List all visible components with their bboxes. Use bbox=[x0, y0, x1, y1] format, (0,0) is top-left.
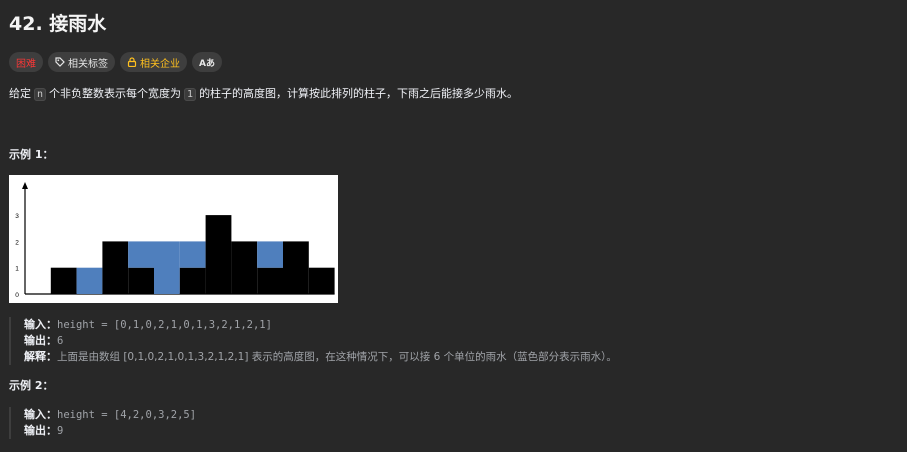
output-label: 输出： bbox=[24, 424, 57, 437]
problem-title: 42. 接雨水 bbox=[9, 13, 107, 35]
water-bar bbox=[128, 241, 154, 268]
output-label: 输出： bbox=[24, 334, 57, 347]
elevation-bar bbox=[283, 241, 309, 294]
elevation-bar bbox=[179, 267, 206, 294]
desc-part-3: 的柱子的高度图，计算按此排列的柱子，下雨之后能接多少雨水。 bbox=[199, 87, 519, 100]
tag-icon bbox=[55, 57, 65, 67]
elevation-bar bbox=[102, 241, 129, 294]
water-bar bbox=[76, 267, 103, 294]
y-tick-label: 3 bbox=[15, 213, 19, 220]
y-tick-label: 1 bbox=[15, 266, 19, 273]
example-1-block: 输入：height = [0,1,0,2,1,0,1,3,2,1,2,1] 输出… bbox=[9, 317, 617, 365]
related-companies-button[interactable]: 相关企业 bbox=[120, 52, 187, 72]
output-value: 9 bbox=[57, 425, 64, 437]
example-1-input: 输入：height = [0,1,0,2,1,0,1,3,2,1,2,1] bbox=[24, 317, 617, 333]
example-2-output: 输出：9 bbox=[24, 423, 196, 439]
example-1-title: 示例 1： bbox=[9, 148, 54, 161]
desc-part-2: 个非负整数表示每个宽度为 bbox=[49, 87, 182, 100]
y-tick-label: 2 bbox=[15, 239, 19, 246]
input-value: height = [4,2,0,3,2,5] bbox=[57, 409, 197, 421]
water-bar bbox=[257, 241, 283, 268]
elevation-bar bbox=[128, 267, 154, 294]
translate-button[interactable]: Aあ bbox=[192, 52, 222, 72]
code-n: n bbox=[34, 88, 47, 101]
related-tags-label: 相关标签 bbox=[68, 58, 108, 70]
tag-bar: 困难 相关标签 相关企业 Aあ bbox=[9, 52, 222, 72]
example-2-title: 示例 2： bbox=[9, 379, 54, 392]
input-label: 输入： bbox=[24, 408, 57, 421]
related-companies-label: 相关企业 bbox=[140, 58, 180, 70]
elevation-chart-svg: 0 1 2 3 bbox=[15, 182, 335, 299]
input-value: height = [0,1,0,2,1,0,1,3,2,1,2,1] bbox=[57, 319, 272, 331]
input-label: 输入： bbox=[24, 318, 57, 331]
translate-icon: Aあ bbox=[199, 58, 215, 69]
related-tags-button[interactable]: 相关标签 bbox=[48, 52, 115, 72]
elevation-bar bbox=[231, 241, 258, 294]
explain-label: 解释： bbox=[24, 350, 57, 363]
example-2-input: 输入：height = [4,2,0,3,2,5] bbox=[24, 407, 196, 423]
explain-value: 上面是由数组 [0,1,0,2,1,0,1,3,2,1,2,1] 表示的高度图，… bbox=[57, 351, 617, 363]
water-bar bbox=[154, 241, 180, 294]
code-one: 1 bbox=[184, 88, 197, 101]
difficulty-badge[interactable]: 困难 bbox=[9, 52, 43, 72]
elevation-bar bbox=[257, 267, 283, 294]
difficulty-label: 困难 bbox=[16, 58, 36, 70]
elevation-bar bbox=[205, 215, 232, 294]
example-2-block: 输入：height = [4,2,0,3,2,5] 输出：9 bbox=[9, 407, 196, 439]
elevation-bar bbox=[308, 267, 335, 294]
problem-description: 给定 n 个非负整数表示每个宽度为 1 的柱子的高度图，计算按此排列的柱子，下雨之后能接… bbox=[9, 85, 518, 104]
desc-part-1: 给定 bbox=[9, 87, 31, 100]
elevation-chart: 0 1 2 3 bbox=[9, 175, 338, 303]
output-value: 6 bbox=[57, 335, 64, 347]
y-axis-arrow bbox=[22, 182, 28, 189]
y-tick-label: 0 bbox=[15, 292, 19, 299]
example-1-explanation: 解释：上面是由数组 [0,1,0,2,1,0,1,3,2,1,2,1] 表示的高… bbox=[24, 349, 617, 365]
elevation-bar bbox=[50, 267, 77, 294]
lock-icon bbox=[127, 57, 137, 67]
water-bar bbox=[179, 241, 206, 268]
example-1-output: 输出：6 bbox=[24, 333, 617, 349]
